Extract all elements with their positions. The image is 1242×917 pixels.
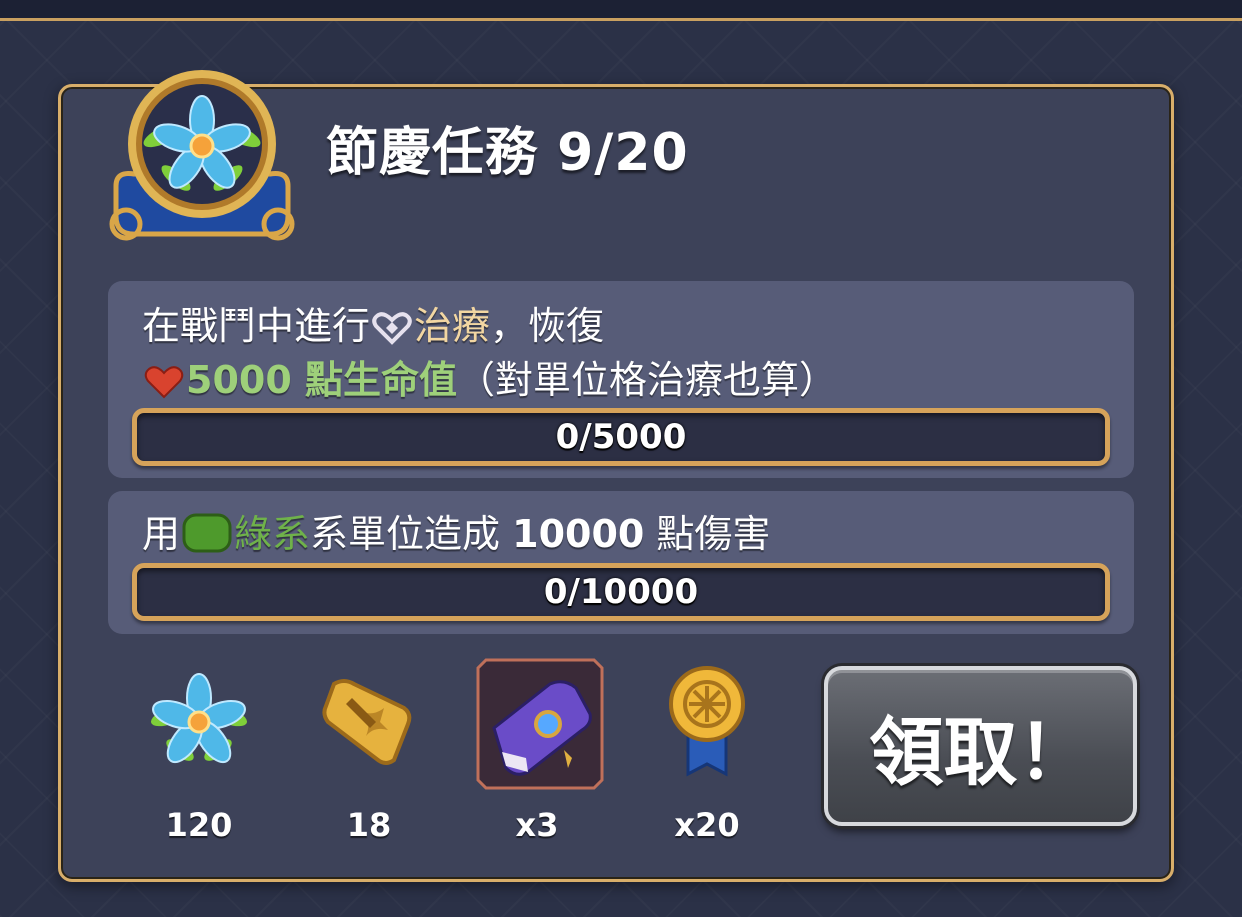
reward-count: x20 (674, 806, 740, 844)
heal-icon (372, 310, 412, 354)
reward-item[interactable]: x20 (642, 664, 772, 844)
reward-count: x3 (515, 806, 559, 844)
task-text: 點傷害 (644, 512, 771, 556)
task-card-damage: 用 綠系系單位造成 10000 點傷害 0/10000 (108, 491, 1134, 634)
reward-item[interactable]: x3 (472, 658, 604, 844)
quest-title: 節慶任務 9/20 (326, 123, 689, 183)
task-text: 用 (142, 512, 181, 556)
gold-medal-icon (669, 666, 745, 777)
task-text: 系單位造成 (310, 512, 513, 556)
reward-item[interactable]: 120 (134, 664, 264, 844)
reward-item[interactable]: 18 (304, 664, 434, 844)
task-description-line: 用 綠系系單位造成 10000 點傷害 (142, 503, 770, 562)
reward-count: 120 (165, 806, 233, 844)
gold-sword-ticket-icon (322, 679, 412, 765)
claim-button[interactable]: 領取！ (824, 666, 1137, 826)
task-text: 在戰鬥中進行 (142, 304, 371, 348)
element-keyword: 綠系 (234, 512, 311, 556)
reward-count: 18 (346, 806, 392, 844)
task-description-line: 在戰鬥中進行 治療，恢復 (142, 295, 604, 354)
progress-text: 0/5000 (555, 417, 687, 457)
task-note: （對單位格治療也算） (457, 358, 838, 402)
progress-bar: 0/5000 (132, 408, 1110, 466)
progress-bar: 0/10000 (132, 563, 1110, 621)
heal-keyword: 治療 (414, 304, 491, 348)
task-description-line: 5000 點生命值（對單位格治療也算） (142, 349, 837, 408)
purple-tome-icon (476, 658, 604, 790)
task-text: ，恢復 (490, 304, 605, 348)
blue-flower-icon (151, 673, 247, 764)
quest-emblem (106, 66, 298, 246)
task-card-healing: 在戰鬥中進行 治療，恢復 5000 點生命值（對單位格治療也算） 0/5000 (108, 281, 1134, 478)
progress-text: 0/10000 (543, 572, 699, 612)
damage-amount: 10000 (512, 512, 645, 556)
blue-flower-icon (109, 70, 295, 241)
heart-icon (144, 364, 184, 408)
top-frame (0, 0, 1242, 21)
nature-element-icon (182, 513, 232, 562)
hp-amount: 5000 點生命值 (186, 358, 457, 402)
